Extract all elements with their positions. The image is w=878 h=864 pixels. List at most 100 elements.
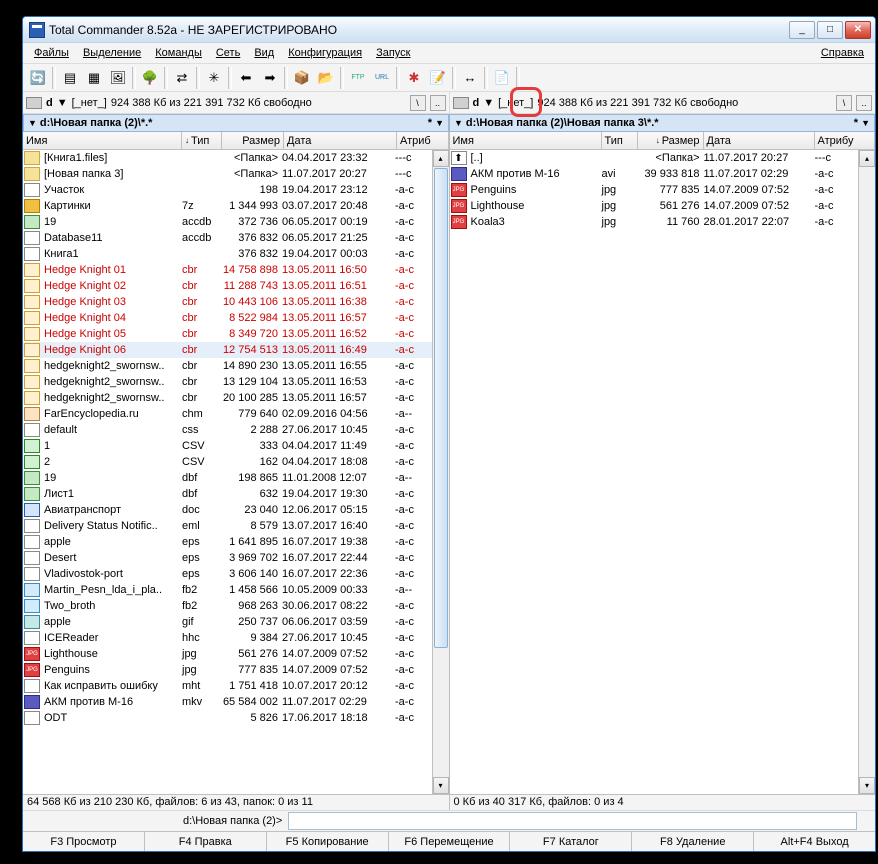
file-row[interactable]: 19dbf198 86511.01.2008 12:07-a-- bbox=[23, 470, 432, 486]
right-hist-icon[interactable]: ▼ bbox=[861, 118, 870, 128]
file-row[interactable]: hedgeknight2_swornsw..cbr13 129 10413.05… bbox=[23, 374, 432, 390]
hdr-name[interactable]: Имя bbox=[23, 132, 182, 149]
right-scrollbar[interactable]: ▴ ▾ bbox=[858, 150, 875, 794]
file-row[interactable]: JPGPenguinsjpg777 83514.07.2009 07:52-a-… bbox=[23, 662, 432, 678]
file-row[interactable]: appleeps1 641 89516.07.2017 19:38-a-c bbox=[23, 534, 432, 550]
minimize-button[interactable]: _ bbox=[789, 21, 815, 39]
file-row[interactable]: Книга1376 83219.04.2017 00:03-a-c bbox=[23, 246, 432, 262]
hdr-size[interactable]: Размер bbox=[222, 132, 284, 149]
tool-search-icon[interactable]: ✱ bbox=[403, 67, 425, 89]
menu-select[interactable]: Выделение bbox=[76, 45, 148, 61]
tool-multi-rename-icon[interactable]: 📝 bbox=[427, 67, 449, 89]
left-path[interactable]: ▼ d:\Новая папка (2)\*.* * ▼ bbox=[23, 114, 449, 132]
cmd-input[interactable] bbox=[288, 812, 857, 830]
file-row[interactable]: JPGKoala3jpg11 76028.01.2017 22:07-a-c bbox=[450, 214, 859, 230]
file-row[interactable]: 2CSV16204.04.2017 18:08-a-c bbox=[23, 454, 432, 470]
file-row[interactable]: Лист1dbf63219.04.2017 19:30-a-c bbox=[23, 486, 432, 502]
fnkey-f8[interactable]: F8 Удаление bbox=[632, 832, 754, 851]
file-row[interactable]: ⬆[..]<Папка>11.07.2017 20:27---c bbox=[450, 150, 859, 166]
file-row[interactable]: JPGLighthousejpg561 27614.07.2009 07:52-… bbox=[23, 646, 432, 662]
file-row[interactable]: Картинки7z1 344 99303.07.2017 20:48-a-c bbox=[23, 198, 432, 214]
hdr-type[interactable]: Тип bbox=[602, 132, 638, 149]
tool-view-brief-icon[interactable]: ▤ bbox=[59, 67, 81, 89]
right-up-button[interactable]: .. bbox=[856, 95, 872, 111]
file-row[interactable]: applegif250 73706.06.2017 03:59-a-c bbox=[23, 614, 432, 630]
hdr-date[interactable]: Дата bbox=[704, 132, 815, 149]
hdr-attr[interactable]: Атрибу bbox=[815, 132, 876, 149]
menu-help[interactable]: Справка bbox=[814, 45, 871, 61]
right-root-button[interactable]: \ bbox=[836, 95, 852, 111]
file-row[interactable]: Hedge Knight 03cbr10 443 10613.05.2011 1… bbox=[23, 294, 432, 310]
scroll-thumb[interactable] bbox=[434, 168, 448, 648]
left-drive-letter[interactable]: d bbox=[46, 97, 53, 109]
file-row[interactable]: Hedge Knight 04cbr8 522 98413.05.2011 16… bbox=[23, 310, 432, 326]
right-file-list[interactable]: ⬆[..]<Папка>11.07.2017 20:27---cАКМ прот… bbox=[450, 150, 859, 230]
tool-notepad-icon[interactable]: 📄 bbox=[491, 67, 513, 89]
scroll-down-icon[interactable]: ▾ bbox=[433, 777, 449, 794]
file-row[interactable]: Delivery Status Notific..eml8 57913.07.2… bbox=[23, 518, 432, 534]
menu-config[interactable]: Конфигурация bbox=[281, 45, 369, 61]
file-row[interactable]: Участок19819.04.2017 23:12-a-c bbox=[23, 182, 432, 198]
file-row[interactable]: defaultcss2 28827.06.2017 10:45-a-c bbox=[23, 422, 432, 438]
file-row[interactable]: FarEncyclopedia.ruchm779 64002.09.2016 0… bbox=[23, 406, 432, 422]
menu-net[interactable]: Сеть bbox=[209, 45, 247, 61]
file-row[interactable]: Hedge Knight 01cbr14 758 89813.05.2011 1… bbox=[23, 262, 432, 278]
tool-refresh-icon[interactable]: 🔄 bbox=[27, 67, 49, 89]
file-row[interactable]: [Новая папка 3]<Папка>11.07.2017 20:27--… bbox=[23, 166, 432, 182]
left-drive-drop-icon[interactable]: ▼ bbox=[57, 97, 68, 109]
file-row[interactable]: Deserteps3 969 70216.07.2017 22:44-a-c bbox=[23, 550, 432, 566]
maximize-button[interactable]: □ bbox=[817, 21, 843, 39]
hdr-date[interactable]: Дата bbox=[284, 132, 397, 149]
tool-invert-icon[interactable]: ✳ bbox=[203, 67, 225, 89]
scroll-down-icon[interactable]: ▾ bbox=[859, 777, 875, 794]
left-fav-icon[interactable]: * bbox=[428, 117, 432, 129]
tool-view-full-icon[interactable]: ▦ bbox=[83, 67, 105, 89]
file-row[interactable]: 19accdb372 73606.05.2017 00:19-a-c bbox=[23, 214, 432, 230]
close-button[interactable]: ✕ bbox=[845, 21, 871, 39]
hdr-attr[interactable]: Атриб bbox=[397, 132, 449, 149]
left-root-button[interactable]: \ bbox=[410, 95, 426, 111]
file-row[interactable]: Hedge Knight 02cbr11 288 74313.05.2011 1… bbox=[23, 278, 432, 294]
file-row[interactable]: [Книга1.files]<Папка>04.04.2017 23:32---… bbox=[23, 150, 432, 166]
left-file-list[interactable]: [Книга1.files]<Папка>04.04.2017 23:32---… bbox=[23, 150, 432, 726]
left-hist-icon[interactable]: ▼ bbox=[435, 118, 444, 128]
scroll-up-icon[interactable]: ▴ bbox=[859, 150, 875, 167]
file-row[interactable]: АКМ против М-16avi39 933 81811.07.2017 0… bbox=[450, 166, 859, 182]
file-row[interactable]: hedgeknight2_swornsw..cbr14 890 23013.05… bbox=[23, 358, 432, 374]
file-row[interactable]: ODT5 82617.06.2017 18:18-a-c bbox=[23, 710, 432, 726]
hdr-name[interactable]: Имя bbox=[450, 132, 602, 149]
drive-icon[interactable] bbox=[26, 97, 42, 109]
file-row[interactable]: АКМ против М-16mkv65 584 00211.07.2017 0… bbox=[23, 694, 432, 710]
file-row[interactable]: Как исправить ошибкуmht1 751 41810.07.20… bbox=[23, 678, 432, 694]
file-row[interactable]: 1CSV33304.04.2017 11:49-a-c bbox=[23, 438, 432, 454]
tool-back-icon[interactable]: ⬅ bbox=[235, 67, 257, 89]
hdr-type[interactable]: ↓Тип bbox=[182, 132, 222, 149]
file-row[interactable]: Martin_Pesn_lda_i_pla..fb21 458 56610.05… bbox=[23, 582, 432, 598]
tool-ftp-icon[interactable]: FTP bbox=[347, 67, 369, 89]
tool-url-icon[interactable]: URL bbox=[371, 67, 393, 89]
tool-pack-icon[interactable]: 📦 bbox=[291, 67, 313, 89]
fnkey-f3[interactable]: F3 Просмотр bbox=[23, 832, 145, 851]
left-up-button[interactable]: .. bbox=[430, 95, 446, 111]
file-row[interactable]: JPGLighthousejpg561 27614.07.2009 07:52-… bbox=[450, 198, 859, 214]
right-fav-icon[interactable]: * bbox=[854, 117, 858, 129]
file-row[interactable]: Vladivostok-porteps3 606 14016.07.2017 2… bbox=[23, 566, 432, 582]
tool-unpack-icon[interactable]: 📂 bbox=[315, 67, 337, 89]
menu-commands[interactable]: Команды bbox=[148, 45, 209, 61]
file-row[interactable]: Hedge Knight 05cbr8 349 72013.05.2011 16… bbox=[23, 326, 432, 342]
chevron-down-icon[interactable]: ▼ bbox=[454, 118, 463, 128]
file-row[interactable]: Database11accdb376 83206.05.2017 21:25-a… bbox=[23, 230, 432, 246]
hdr-size[interactable]: ↓Размер bbox=[638, 132, 704, 149]
chevron-down-icon[interactable]: ▼ bbox=[28, 118, 37, 128]
scroll-up-icon[interactable]: ▴ bbox=[433, 150, 449, 167]
titlebar[interactable]: Total Commander 8.52a - НЕ ЗАРЕГИСТРИРОВ… bbox=[23, 17, 875, 43]
fnkey-f7[interactable]: F7 Каталог bbox=[510, 832, 632, 851]
fnkey-f5[interactable]: F5 Копирование bbox=[267, 832, 389, 851]
file-row[interactable]: ICEReaderhhc9 38427.06.2017 10:45-a-c bbox=[23, 630, 432, 646]
file-row[interactable]: hedgeknight2_swornsw..cbr20 100 28513.05… bbox=[23, 390, 432, 406]
tool-tree-icon[interactable]: 🌳 bbox=[139, 67, 161, 89]
tool-sync-icon[interactable]: ↔ bbox=[459, 67, 481, 89]
right-drive-drop-icon[interactable]: ▼ bbox=[483, 97, 494, 109]
right-drive-letter[interactable]: d bbox=[473, 97, 480, 109]
tool-view-thumbs-icon[interactable]: 🖼 bbox=[107, 67, 129, 89]
